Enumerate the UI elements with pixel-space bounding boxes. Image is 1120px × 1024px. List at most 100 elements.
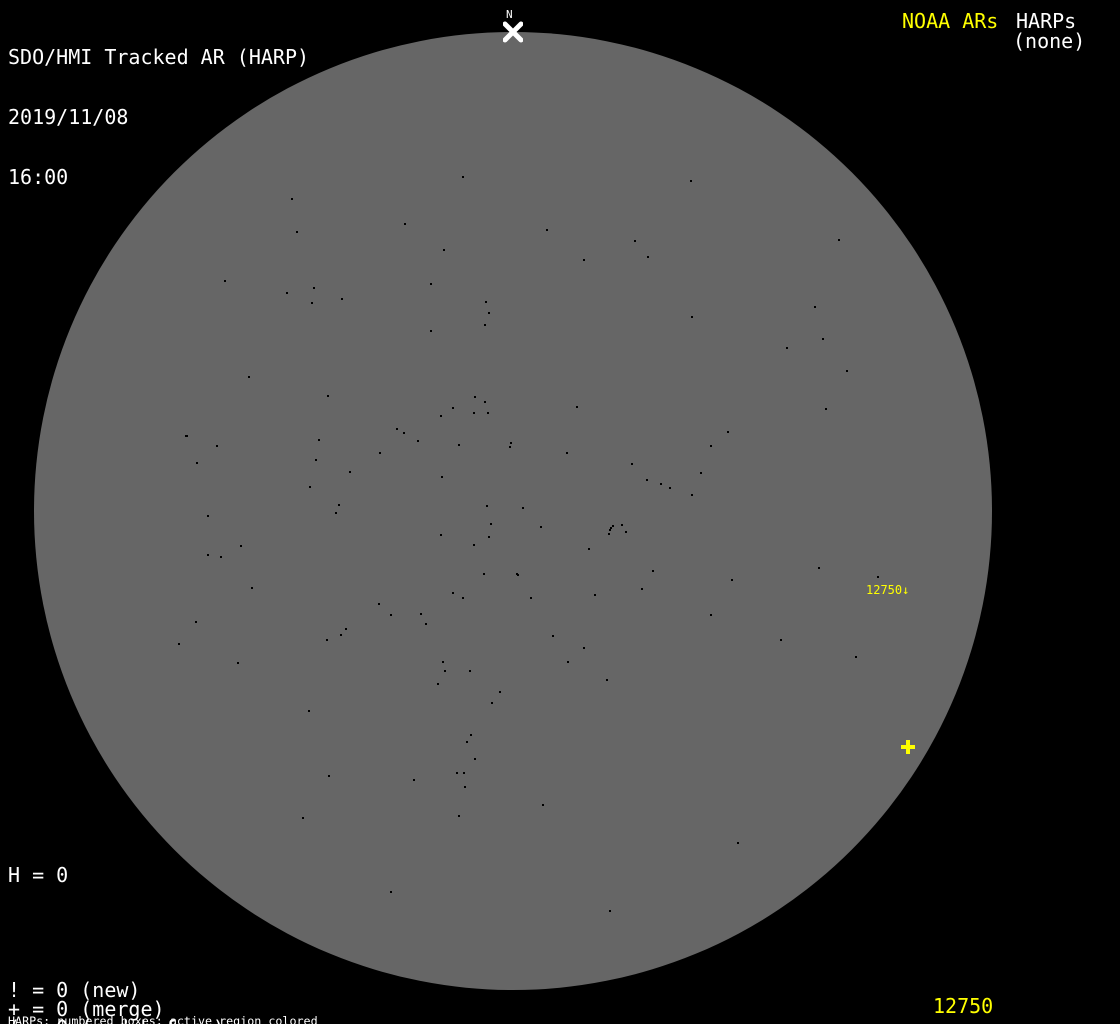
sunspot-speck: [510, 442, 512, 444]
sunspot-speck: [286, 292, 288, 294]
sunspot-speck: [646, 479, 648, 481]
sunspot-speck: [296, 231, 298, 233]
sunspot-speck: [612, 525, 614, 527]
sunspot-speck: [825, 408, 827, 410]
sunspot-speck: [417, 440, 419, 442]
sunspot-speck: [309, 486, 311, 488]
sunspot-speck: [313, 287, 315, 289]
sunspot-speck: [390, 891, 392, 893]
sunspot-speck: [458, 444, 460, 446]
header-block: SDO/HMI Tracked AR (HARP) 2019/11/08 16:…: [8, 7, 309, 227]
sunspot-speck: [660, 483, 662, 485]
sunspot-speck: [491, 702, 493, 704]
sunspot-speck: [437, 683, 439, 685]
sunspot-speck: [470, 734, 472, 736]
sunspot-speck: [517, 574, 519, 576]
footer-notes: HARPs: numbered boxes; active region col…: [8, 991, 416, 1024]
sunspot-speck: [379, 452, 381, 454]
noaa-ar-label: 12750↓: [866, 583, 909, 597]
sunspot-speck: [338, 504, 340, 506]
sunspot-speck: [814, 306, 816, 308]
noaa-ar-cross-icon: [900, 739, 916, 755]
sunspot-speck: [335, 512, 337, 514]
sunspot-speck: [302, 817, 304, 819]
sunspot-speck: [542, 804, 544, 806]
sunspot-speck: [207, 554, 209, 556]
sunspot-speck: [327, 395, 329, 397]
sunspot-speck: [443, 249, 445, 251]
sunspot-speck: [546, 229, 548, 231]
sunspot-speck: [652, 570, 654, 572]
sunspot-speck: [700, 472, 702, 474]
sunspot-speck: [608, 533, 610, 535]
sunspot-speck: [318, 439, 320, 441]
solar-harp-map: SDO/HMI Tracked AR (HARP) 2019/11/08 16:…: [0, 0, 1120, 1024]
sunspot-speck: [466, 741, 468, 743]
sunspot-speck: [530, 597, 532, 599]
sunspot-speck: [251, 587, 253, 589]
sunspot-speck: [522, 507, 524, 509]
north-label: N: [506, 8, 513, 21]
sunspot-speck: [469, 670, 471, 672]
sunspot-speck: [634, 240, 636, 242]
sunspot-speck: [490, 523, 492, 525]
sunspot-speck: [485, 301, 487, 303]
sunspot-speck: [326, 639, 328, 641]
sunspot-speck: [442, 661, 444, 663]
footer-note-harps: HARPs: numbered boxes; active region col…: [8, 1015, 416, 1024]
sunspot-speck: [349, 471, 351, 473]
sunspot-speck: [509, 446, 511, 448]
sunspot-speck: [610, 527, 612, 529]
sunspot-speck: [237, 662, 239, 664]
sunspot-speck: [838, 239, 840, 241]
sunspot-speck: [818, 567, 820, 569]
sunspot-speck: [483, 573, 485, 575]
sunspot-speck: [464, 786, 466, 788]
sunspot-speck: [458, 815, 460, 817]
sunspot-speck: [430, 330, 432, 332]
sunspot-speck: [846, 370, 848, 372]
sunspot-speck: [583, 647, 585, 649]
sunspot-speck: [311, 302, 313, 304]
sunspot-speck: [631, 463, 633, 465]
sunspot-speck: [588, 548, 590, 550]
sunspot-speck: [822, 338, 824, 340]
sunspot-speck: [328, 775, 330, 777]
sunspot-speck: [484, 401, 486, 403]
sunspot-speck: [474, 758, 476, 760]
sunspot-speck: [462, 597, 464, 599]
sunspot-speck: [315, 459, 317, 461]
sunspot-speck: [403, 432, 405, 434]
sunspot-speck: [737, 842, 739, 844]
sunspot-speck: [691, 494, 693, 496]
header-date: 2019/11/08: [8, 107, 309, 127]
header-time: 16:00: [8, 167, 309, 187]
sunspot-speck: [462, 176, 464, 178]
sunspot-speck: [780, 639, 782, 641]
noaa-ar-footer-number: 12750: [933, 994, 993, 1018]
legend-spacer: [8, 923, 237, 943]
sunspot-speck: [463, 772, 465, 774]
noaa-ars-heading: NOAA ARs: [902, 9, 998, 33]
sunspot-speck: [390, 614, 392, 616]
sunspot-speck: [488, 536, 490, 538]
sunspot-speck: [690, 180, 692, 182]
sunspot-speck: [583, 259, 585, 261]
sunspot-speck: [444, 670, 446, 672]
sunspot-speck: [731, 579, 733, 581]
sunspot-speck: [345, 628, 347, 630]
sunspot-speck: [484, 324, 486, 326]
sunspot-speck: [341, 298, 343, 300]
sunspot-speck: [456, 772, 458, 774]
sunspot-speck: [487, 412, 489, 414]
sunspot-speck: [474, 396, 476, 398]
sunspot-speck: [576, 406, 578, 408]
sunspot-speck: [625, 531, 627, 533]
sunspot-speck: [552, 635, 554, 637]
sunspot-speck: [606, 679, 608, 681]
sunspot-speck: [452, 592, 454, 594]
sunspot-speck: [440, 534, 442, 536]
sunspot-speck: [240, 545, 242, 547]
sunspot-speck: [413, 779, 415, 781]
sunspot-speck: [196, 462, 198, 464]
